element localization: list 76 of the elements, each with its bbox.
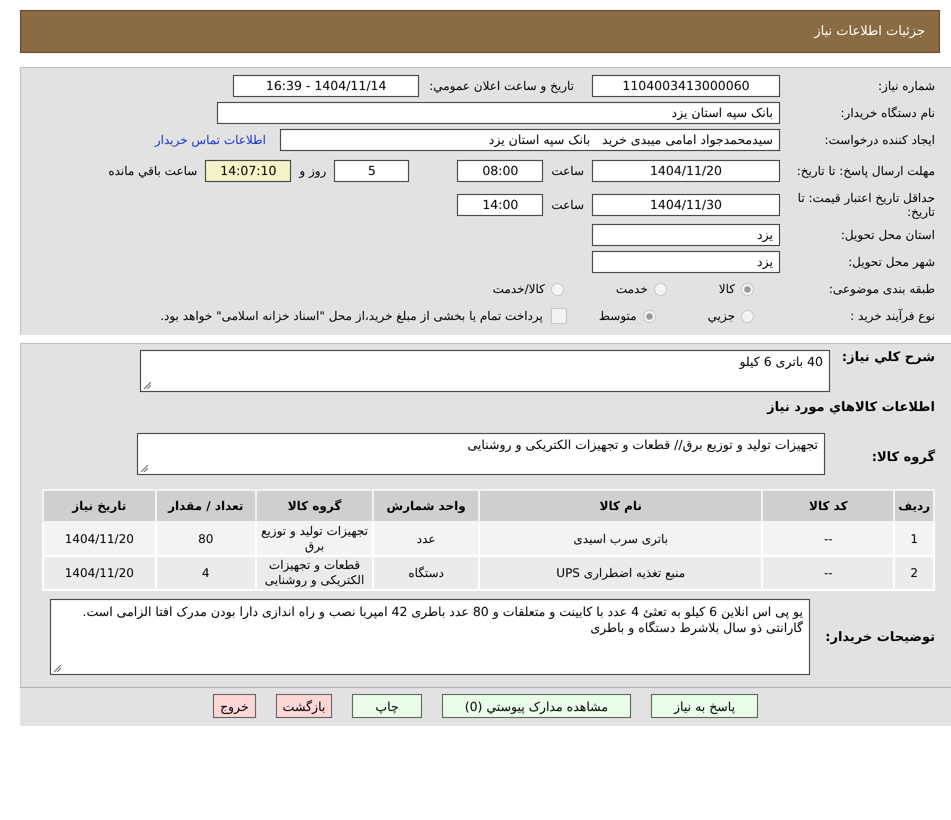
table-cell: 1404/11/20	[43, 522, 156, 556]
resize-grip-icon	[53, 664, 61, 672]
field-label: طبقه بندی موضوعی:	[828, 282, 935, 296]
action-button[interactable]: مشاهده مدارک پیوستي (0)	[442, 694, 632, 718]
radio-label: کالا	[718, 282, 735, 296]
radio-label: کالا/خدمت	[492, 282, 545, 296]
table-cell: باتری سرب اسیدی	[479, 522, 762, 556]
province-field: یزد	[592, 224, 780, 246]
page-title: جزئیات اطلاعات نیاز	[814, 24, 925, 39]
requester-field: سیدمحمدجواد امامی میبدی خرید بانک سپه استان یزد	[280, 129, 780, 151]
table-cell: 80	[156, 522, 256, 556]
days-field: 5	[334, 160, 410, 182]
buyer-org-field: بانک سپه استان یزد	[217, 102, 780, 124]
field-label: مهلت ارسال پاسخ: تا تاریخ:	[796, 164, 935, 178]
announce-date-field: 1404/11/14 - 16:39	[233, 75, 420, 97]
deadline-date-field: 1404/11/20	[592, 160, 780, 182]
buyer-notes-textarea[interactable]: یو پی اس انلاین 6 کیلو به تعثئ 4 عدد با کابینت و متعلقات و 80 عدد باطری 42 امپربا نصب و راه اندازی دارا بودن مدرک افتا الزامی است. گارانتی ذو سال بلاشرط دستگاه و باطری	[50, 599, 810, 675]
field-label: ایجاد کننده درخواست:	[823, 133, 935, 147]
radio-button[interactable]	[741, 310, 754, 322]
column-header: تعداد / مقدار	[156, 490, 256, 522]
column-header: کد کالا	[762, 490, 894, 522]
table-cell: --	[762, 556, 894, 590]
table-cell: 1	[894, 522, 934, 556]
action-button[interactable]: بازگشت	[276, 694, 332, 718]
field-label: شرح كلي نياز:	[840, 350, 935, 365]
table-cell: --	[762, 522, 894, 556]
radio-label: جزيي	[708, 309, 735, 323]
table-cell: دستگاه	[373, 556, 480, 590]
description-textarea[interactable]: 40 باتری 6 کیلو	[140, 350, 830, 392]
table-cell: 4	[156, 556, 256, 590]
resize-grip-icon	[140, 464, 148, 472]
action-button[interactable]: خروج	[212, 694, 256, 718]
column-header: واحد شمارش	[373, 490, 480, 522]
city-field: یزد	[592, 251, 780, 273]
radio-label: خدمت	[616, 282, 648, 296]
validity-date-field: 1404/11/30	[592, 194, 780, 216]
radio-button[interactable]	[654, 282, 667, 296]
field-label: گروه کالا:	[870, 448, 935, 464]
table-cell: تجهیزات تولید و توزیع برق	[256, 522, 374, 556]
validity-time-field: 14:00	[457, 194, 544, 216]
table-cell: قطعات و تجهیزات الکتریکی و روشنایی	[256, 556, 374, 590]
field-label: شماره نیاز:	[877, 79, 935, 93]
action-button[interactable]: پاسخ به نیاز	[651, 694, 758, 718]
table-cell: 1404/11/20	[43, 556, 156, 590]
radio-label: متوسط	[598, 309, 637, 323]
field-label: نوع فرآیند خرید :	[849, 309, 935, 323]
column-header: ردیف	[894, 490, 934, 522]
checkbox-label: پرداخت تمام یا بخشی از مبلغ خرید،از محل "اسناد خزانه اسلامی" خواهد بود.	[160, 309, 543, 323]
field-label: تاریخ و ساعت اعلان عمومي:	[429, 79, 574, 93]
table-cell: 2	[894, 556, 934, 590]
radio-button[interactable]	[550, 282, 564, 296]
field-label: نام دستگاه خریدار:	[840, 106, 935, 120]
buyer-contact-link[interactable]: اطلاعات تماس خریدار	[154, 133, 266, 147]
section-title: اطلاعات كالاهاي مورد نياز	[767, 400, 935, 414]
action-button[interactable]: چاپ	[352, 694, 422, 718]
table-cell: منبع تغذیه اضطراری UPS	[479, 556, 762, 590]
field-label: ساعت	[551, 198, 584, 212]
radio-button[interactable]	[642, 310, 656, 322]
radio-button[interactable]	[741, 282, 754, 296]
field-label: حداقل تاریخ اعتبار قیمت: تا تاریخ:	[796, 191, 935, 219]
checkbox[interactable]	[550, 308, 567, 324]
column-header: نام کالا	[479, 490, 762, 522]
field-label: ساعت باقي مانده	[108, 164, 198, 178]
field-label: روز و	[299, 164, 326, 178]
deadline-time-field: 08:00	[457, 160, 544, 182]
field-label: ساعت	[551, 164, 584, 178]
field-label: شهر محل تحویل:	[847, 255, 935, 269]
table-cell: عدد	[373, 522, 480, 556]
need-number-field: 1104003413000060	[592, 75, 780, 97]
field-label: استان محل تحویل:	[840, 228, 935, 242]
column-header: گروه کالا	[256, 490, 374, 522]
field-label: توضیحات خریدار:	[824, 630, 935, 644]
column-header: تاریخ نیاز	[43, 490, 156, 522]
remaining-time-field: 14:07:10	[205, 160, 292, 182]
goods-group-textarea[interactable]: تجهیزات تولید و توزیع برق// قطعات و تجهیزات الکتریکی و روشنایی	[137, 433, 825, 475]
resize-grip-icon	[143, 381, 151, 389]
